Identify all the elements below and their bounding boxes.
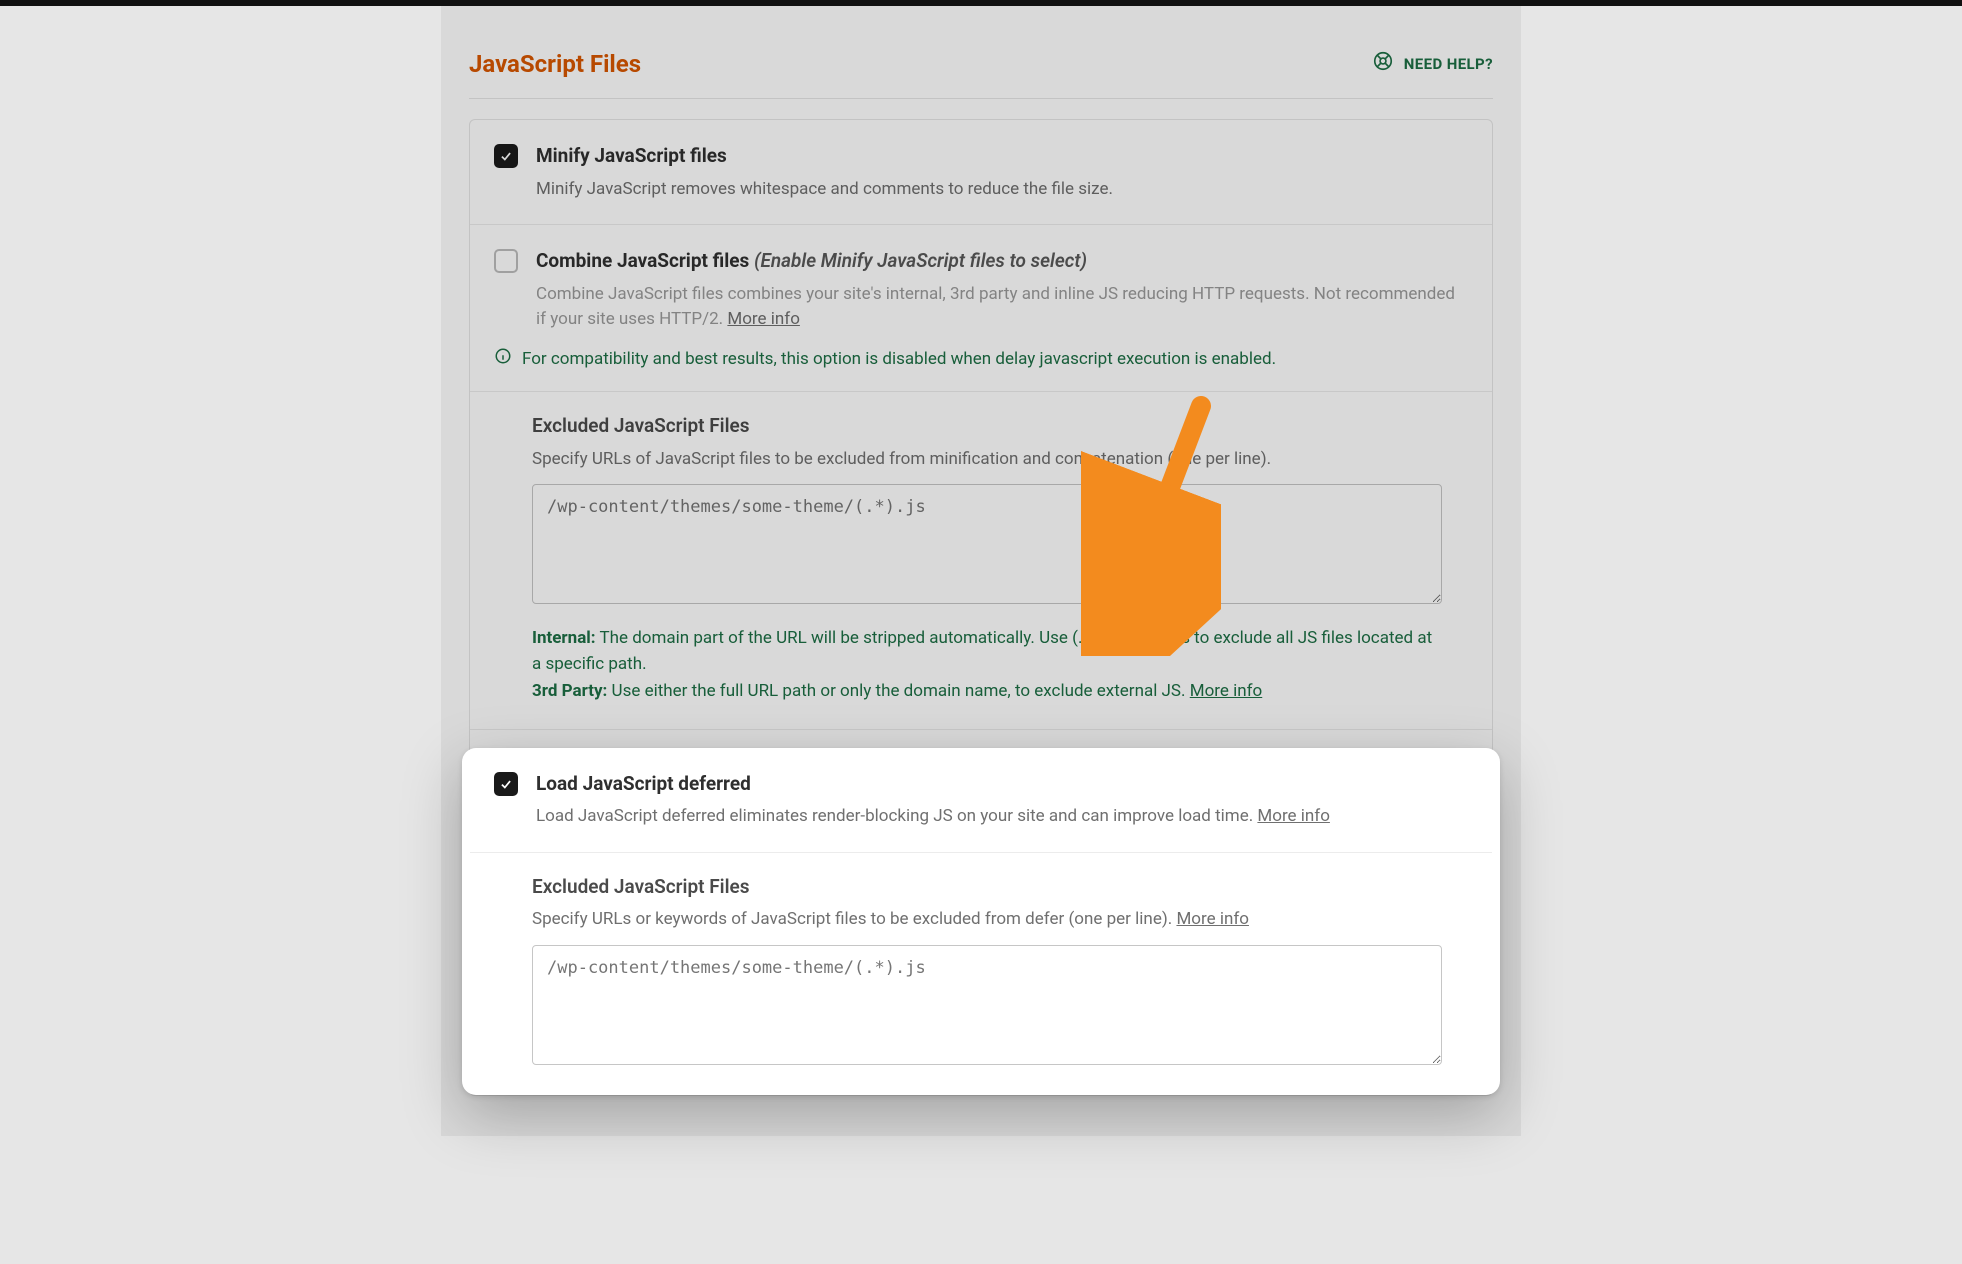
combine-title-text: Combine JavaScript files <box>536 249 749 272</box>
tip-3rd-text: Use either the full URL path or only the… <box>607 681 1185 701</box>
help-label: NEED HELP? <box>1404 53 1493 76</box>
excluded1-textarea[interactable] <box>532 484 1442 604</box>
excluded2-desc-text: Specify URLs or keywords of JavaScript f… <box>532 909 1172 929</box>
excluded1-desc: Specify URLs of JavaScript files to be e… <box>532 447 1468 473</box>
help-icon <box>1372 50 1394 79</box>
option-minify: Minify JavaScript files Minify JavaScrip… <box>470 120 1492 225</box>
excluded2-title: Excluded JavaScript Files <box>532 873 1468 902</box>
js-options-panel: Minify JavaScript files Minify JavaScrip… <box>469 119 1493 1096</box>
minify-checkbox[interactable] <box>494 144 518 168</box>
option-defer: Load JavaScript deferred Load JavaScript… <box>470 748 1492 853</box>
defer-text: Load JavaScript deferred Load JavaScript… <box>536 770 1330 830</box>
combine-text: Combine JavaScript files (Enable Minify … <box>536 247 1468 333</box>
settings-content: JavaScript Files NEED HELP? Minify JavaS… <box>441 6 1521 1136</box>
combine-desc-text: Combine JavaScript files combines your s… <box>536 284 1455 330</box>
combine-title: Combine JavaScript files (Enable Minify … <box>536 247 1468 276</box>
tip-3rd-label: 3rd Party: <box>532 681 607 701</box>
minify-text: Minify JavaScript files Minify JavaScrip… <box>536 142 1113 202</box>
excluded1-tips: Internal: The domain part of the URL wil… <box>532 626 1442 705</box>
defer-checkbox[interactable] <box>494 772 518 796</box>
combine-more-link[interactable]: More info <box>727 309 800 329</box>
excluded1-more-link[interactable]: More info <box>1190 681 1263 701</box>
info-icon <box>494 347 512 374</box>
combine-desc: Combine JavaScript files combines your s… <box>536 282 1468 333</box>
tip-internal-text: The domain part of the URL will be strip… <box>532 628 1432 674</box>
excluded2-textarea[interactable] <box>532 945 1442 1065</box>
minify-desc: Minify JavaScript removes whitespace and… <box>536 177 1113 203</box>
combine-checkbox <box>494 249 518 273</box>
defer-more-link[interactable]: More info <box>1257 806 1330 826</box>
page-wrap: JavaScript Files NEED HELP? Minify JavaS… <box>0 6 1962 1136</box>
section-title: JavaScript Files <box>469 46 641 82</box>
excluded2-more-link[interactable]: More info <box>1176 909 1249 929</box>
combine-note-text: For compatibility and best results, this… <box>522 347 1276 373</box>
combine-hint: (Enable Minify JavaScript files to selec… <box>754 249 1087 272</box>
defer-desc: Load JavaScript deferred eliminates rend… <box>536 804 1330 830</box>
tip-internal-label: Internal: <box>532 628 596 648</box>
section-header: JavaScript Files NEED HELP? <box>469 6 1493 99</box>
excluded1-title: Excluded JavaScript Files <box>532 412 1468 441</box>
option-combine: Combine JavaScript files (Enable Minify … <box>470 225 1492 333</box>
excluded2-desc: Specify URLs or keywords of JavaScript f… <box>532 907 1468 933</box>
defer-title: Load JavaScript deferred <box>536 770 1330 799</box>
defer-spotlight-card: Load JavaScript deferred Load JavaScript… <box>462 748 1500 1095</box>
minify-title: Minify JavaScript files <box>536 142 1113 171</box>
combine-disabled-note: For compatibility and best results, this… <box>470 333 1492 393</box>
defer-desc-text: Load JavaScript deferred eliminates rend… <box>536 806 1253 826</box>
excluded-minify-block: Excluded JavaScript Files Specify URLs o… <box>470 392 1492 730</box>
excluded-defer-block: Excluded JavaScript Files Specify URLs o… <box>470 853 1492 1095</box>
need-help-button[interactable]: NEED HELP? <box>1372 50 1493 79</box>
